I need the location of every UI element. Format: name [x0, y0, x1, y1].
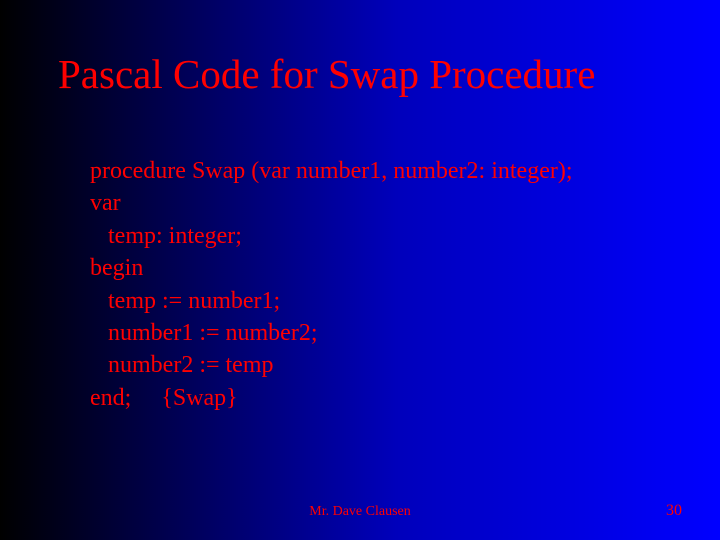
code-line-5: temp := number1;	[90, 285, 573, 317]
code-line-3: temp: integer;	[90, 220, 573, 252]
code-block: procedure Swap (var number1, number2: in…	[90, 155, 573, 414]
code-line-7: number2 := temp	[90, 349, 573, 381]
code-line-1: procedure Swap (var number1, number2: in…	[90, 155, 573, 187]
code-line-6: number1 := number2;	[90, 317, 573, 349]
slide-title: Pascal Code for Swap Procedure	[58, 50, 595, 98]
code-line-2: var	[90, 187, 573, 219]
page-number: 30	[666, 502, 682, 520]
code-line-4: begin	[90, 252, 573, 284]
code-line-8: end; {Swap}	[90, 382, 573, 414]
footer-author: Mr. Dave Clausen	[0, 504, 720, 520]
